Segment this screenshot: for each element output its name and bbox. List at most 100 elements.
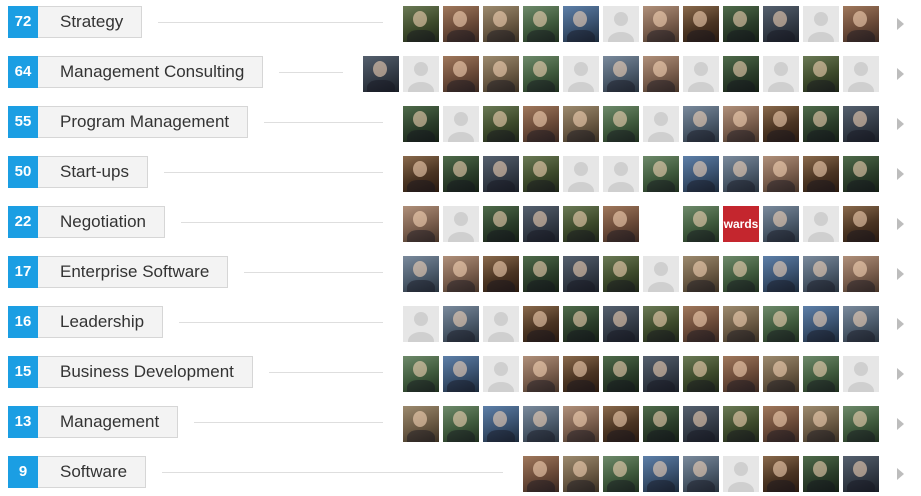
avatar[interactable] bbox=[723, 6, 759, 42]
avatar[interactable] bbox=[763, 356, 799, 392]
skill-name[interactable]: Management bbox=[38, 406, 179, 438]
avatar[interactable] bbox=[723, 406, 759, 442]
skill-name[interactable]: Strategy bbox=[38, 6, 143, 38]
chevron-right-icon[interactable] bbox=[897, 18, 904, 30]
avatar-placeholder[interactable] bbox=[803, 6, 839, 42]
endorsement-count[interactable]: 22 bbox=[8, 206, 38, 238]
avatar[interactable] bbox=[803, 106, 839, 142]
avatar[interactable] bbox=[683, 406, 719, 442]
avatar[interactable] bbox=[723, 356, 759, 392]
avatar[interactable] bbox=[403, 256, 439, 292]
avatar[interactable] bbox=[723, 156, 759, 192]
avatar[interactable] bbox=[563, 406, 599, 442]
avatar[interactable] bbox=[763, 456, 799, 492]
avatar[interactable] bbox=[523, 256, 559, 292]
skill-row[interactable]: 55 Program Management bbox=[0, 106, 921, 146]
avatar[interactable] bbox=[563, 356, 599, 392]
skill-name[interactable]: Enterprise Software bbox=[38, 256, 229, 288]
avatar[interactable] bbox=[763, 306, 799, 342]
avatar[interactable] bbox=[523, 456, 559, 492]
avatar-placeholder[interactable] bbox=[763, 56, 799, 92]
endorsement-count[interactable]: 17 bbox=[8, 256, 38, 288]
avatar[interactable] bbox=[643, 356, 679, 392]
skill-name[interactable]: Management Consulting bbox=[38, 56, 264, 88]
avatar[interactable] bbox=[603, 456, 639, 492]
avatar[interactable] bbox=[803, 256, 839, 292]
avatar[interactable] bbox=[843, 406, 879, 442]
avatar-placeholder[interactable] bbox=[563, 56, 599, 92]
avatar[interactable] bbox=[683, 306, 719, 342]
chevron-right-icon[interactable] bbox=[897, 368, 904, 380]
chevron-right-icon[interactable] bbox=[897, 218, 904, 230]
avatar[interactable] bbox=[763, 6, 799, 42]
avatar-logo[interactable]: wards bbox=[723, 206, 759, 242]
avatar[interactable] bbox=[763, 206, 799, 242]
avatar[interactable] bbox=[803, 56, 839, 92]
avatar[interactable] bbox=[843, 456, 879, 492]
avatar[interactable] bbox=[523, 6, 559, 42]
avatar[interactable] bbox=[803, 306, 839, 342]
avatar[interactable] bbox=[523, 156, 559, 192]
skill-name[interactable]: Start-ups bbox=[38, 156, 148, 188]
avatar-placeholder[interactable] bbox=[683, 56, 719, 92]
avatar[interactable] bbox=[603, 356, 639, 392]
chevron-right-icon[interactable] bbox=[897, 118, 904, 130]
avatar[interactable] bbox=[683, 456, 719, 492]
avatar[interactable] bbox=[843, 106, 879, 142]
endorsement-count[interactable]: 50 bbox=[8, 156, 38, 188]
endorsement-count[interactable]: 15 bbox=[8, 356, 38, 388]
avatar[interactable] bbox=[483, 406, 519, 442]
avatar[interactable] bbox=[643, 56, 679, 92]
avatar[interactable] bbox=[683, 6, 719, 42]
avatar[interactable] bbox=[403, 156, 439, 192]
avatar[interactable] bbox=[443, 6, 479, 42]
avatar[interactable] bbox=[643, 456, 679, 492]
skill-name[interactable]: Software bbox=[38, 456, 147, 488]
avatar[interactable] bbox=[603, 306, 639, 342]
skill-row[interactable]: 15 Business Development bbox=[0, 356, 921, 396]
chevron-right-icon[interactable] bbox=[897, 168, 904, 180]
avatar[interactable] bbox=[643, 306, 679, 342]
avatar[interactable] bbox=[603, 206, 639, 242]
avatar[interactable] bbox=[603, 106, 639, 142]
avatar[interactable] bbox=[723, 306, 759, 342]
avatar[interactable] bbox=[683, 256, 719, 292]
avatar[interactable] bbox=[403, 356, 439, 392]
avatar[interactable] bbox=[443, 356, 479, 392]
chevron-right-icon[interactable] bbox=[897, 68, 904, 80]
avatar[interactable] bbox=[563, 6, 599, 42]
endorsement-count[interactable]: 64 bbox=[8, 56, 38, 88]
skill-row[interactable]: 72 Strategy bbox=[0, 6, 921, 46]
avatar[interactable] bbox=[763, 406, 799, 442]
endorsement-count[interactable]: 9 bbox=[8, 456, 38, 488]
avatar[interactable] bbox=[563, 106, 599, 142]
avatar[interactable] bbox=[483, 156, 519, 192]
avatar[interactable] bbox=[523, 206, 559, 242]
avatar[interactable] bbox=[563, 256, 599, 292]
avatar[interactable] bbox=[603, 256, 639, 292]
avatar[interactable] bbox=[683, 106, 719, 142]
avatar-placeholder[interactable] bbox=[443, 206, 479, 242]
avatar[interactable] bbox=[843, 6, 879, 42]
avatar[interactable] bbox=[723, 256, 759, 292]
skill-row[interactable]: 13 Management bbox=[0, 406, 921, 446]
avatar[interactable] bbox=[803, 356, 839, 392]
avatar[interactable] bbox=[403, 106, 439, 142]
avatar-placeholder[interactable] bbox=[603, 156, 639, 192]
avatar[interactable] bbox=[403, 6, 439, 42]
chevron-right-icon[interactable] bbox=[897, 318, 904, 330]
avatar[interactable] bbox=[643, 406, 679, 442]
avatar[interactable] bbox=[603, 406, 639, 442]
avatar-placeholder[interactable] bbox=[483, 306, 519, 342]
avatar[interactable] bbox=[803, 156, 839, 192]
avatar[interactable] bbox=[723, 106, 759, 142]
avatar-placeholder[interactable] bbox=[483, 356, 519, 392]
skill-row[interactable]: 22 Negotiation wards bbox=[0, 206, 921, 246]
avatar[interactable] bbox=[483, 106, 519, 142]
avatar[interactable] bbox=[443, 156, 479, 192]
avatar[interactable] bbox=[443, 56, 479, 92]
avatar[interactable] bbox=[403, 206, 439, 242]
skill-row[interactable]: 64 Management Consulting bbox=[0, 56, 921, 96]
avatar[interactable] bbox=[843, 156, 879, 192]
endorsement-count[interactable]: 72 bbox=[8, 6, 38, 38]
